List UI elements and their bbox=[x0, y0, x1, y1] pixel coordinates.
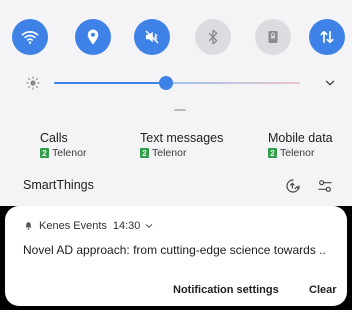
screen-lock-toggle[interactable] bbox=[255, 19, 291, 55]
carrier-network: Telenor bbox=[152, 147, 187, 159]
sim-badge: 2 bbox=[40, 148, 49, 158]
carrier-network-row: 2 Telenor bbox=[40, 147, 86, 159]
notification-actions: Notification settings Clear bbox=[5, 284, 347, 300]
smartthings-label: SmartThings bbox=[23, 178, 94, 192]
mobile-data-carrier[interactable]: Mobile data 2 Telenor bbox=[268, 131, 333, 159]
carrier-network: Telenor bbox=[280, 147, 315, 159]
media-output-icon[interactable] bbox=[285, 178, 301, 194]
expand-chevron-icon[interactable] bbox=[145, 223, 153, 229]
location-icon bbox=[87, 29, 99, 45]
brightness-track-empty[interactable] bbox=[166, 82, 300, 84]
brightness-slider-thumb[interactable] bbox=[159, 76, 173, 90]
mute-icon bbox=[145, 30, 159, 44]
lock-icon bbox=[268, 31, 278, 43]
text-messages-carrier[interactable]: Text messages 2 Telenor bbox=[140, 131, 223, 159]
brightness-control bbox=[0, 72, 352, 94]
bluetooth-icon bbox=[208, 29, 218, 45]
brightness-track-filled bbox=[54, 82, 166, 84]
sound-mute-toggle[interactable] bbox=[134, 19, 170, 55]
calls-carrier[interactable]: Calls 2 Telenor bbox=[40, 131, 86, 159]
sim-badge: 2 bbox=[140, 148, 149, 158]
notification-settings-button[interactable]: Notification settings bbox=[173, 284, 279, 296]
bell-icon bbox=[25, 222, 32, 230]
sim-carriers: Calls 2 Telenor Text messages 2 Telenor … bbox=[0, 131, 352, 165]
bluetooth-toggle[interactable] bbox=[195, 19, 231, 55]
smartthings-bar[interactable]: SmartThings bbox=[0, 175, 352, 199]
clear-button[interactable]: Clear bbox=[309, 284, 337, 296]
chevron-down-icon[interactable] bbox=[323, 76, 337, 90]
notification-app-name: Kenes Events bbox=[39, 220, 107, 232]
notification-header: Kenes Events 14:30 bbox=[24, 220, 153, 232]
quick-panel: Calls 2 Telenor Text messages 2 Telenor … bbox=[0, 0, 352, 206]
mobile-data-toggle[interactable] bbox=[309, 19, 345, 55]
carrier-title: Text messages bbox=[140, 131, 224, 145]
carrier-title: Mobile data bbox=[268, 131, 333, 145]
panel-drag-handle[interactable] bbox=[174, 109, 186, 111]
carrier-network: Telenor bbox=[52, 147, 87, 159]
wifi-toggle[interactable] bbox=[12, 19, 48, 55]
sim-badge: 2 bbox=[268, 148, 277, 158]
wifi-icon bbox=[21, 31, 39, 44]
quick-toggles-row bbox=[12, 19, 345, 57]
data-transfer-icon bbox=[320, 30, 334, 44]
notification-text: Novel AD approach: from cutting-edge sci… bbox=[23, 243, 326, 257]
notification-time: 14:30 bbox=[112, 220, 141, 232]
carrier-network-row: 2 Telenor bbox=[140, 147, 223, 159]
location-toggle[interactable] bbox=[75, 19, 111, 55]
notification-card[interactable]: Kenes Events 14:30 Novel AD approach: fr… bbox=[5, 206, 347, 306]
carrier-title: Calls bbox=[40, 131, 68, 145]
carrier-network-row: 2 Telenor bbox=[268, 147, 333, 159]
devices-settings-icon[interactable] bbox=[317, 178, 333, 194]
sun-icon bbox=[26, 76, 40, 90]
